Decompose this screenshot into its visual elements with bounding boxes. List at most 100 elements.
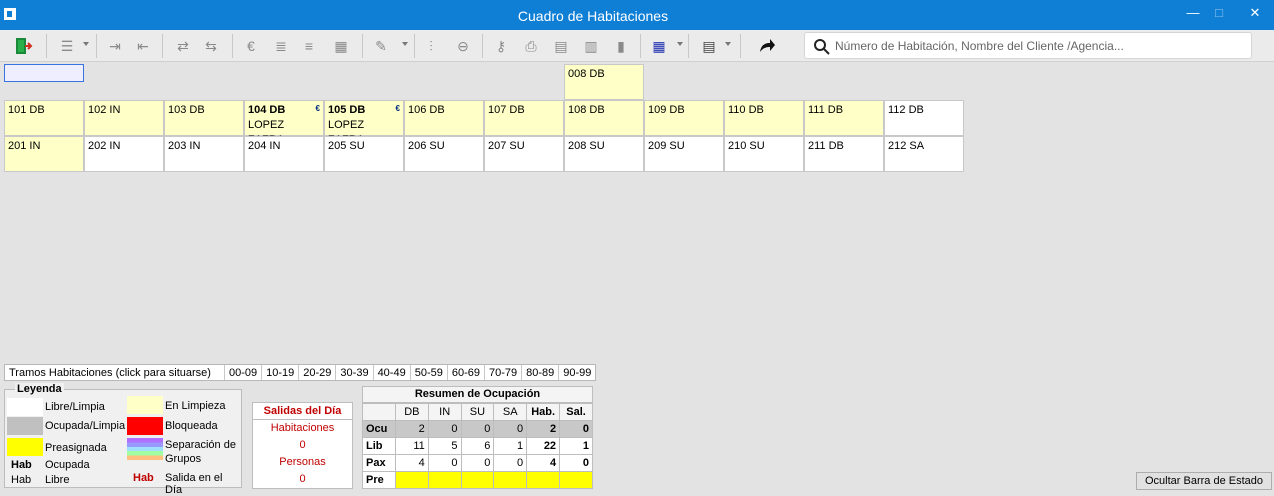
forward-arrow-icon[interactable] <box>756 35 778 57</box>
room-202[interactable]: 202 IN <box>84 136 164 172</box>
room-204[interactable]: 204 IN <box>244 136 324 172</box>
room-205[interactable]: 205 SU <box>324 136 404 172</box>
invoice-icon[interactable]: € <box>240 35 262 57</box>
entries-icon[interactable]: ≡ <box>298 35 320 57</box>
range-50-59[interactable]: 50-59 <box>411 365 448 380</box>
room-208[interactable]: 208 SU <box>564 136 644 172</box>
room-number: 106 DB <box>408 104 445 116</box>
cell <box>460 471 495 489</box>
room-209[interactable]: 209 SU <box>644 136 724 172</box>
room-211[interactable]: 211 DB <box>804 136 884 172</box>
room-112[interactable]: 112 DB <box>884 100 964 136</box>
row-label: Lib <box>362 437 396 455</box>
range-30-39[interactable]: 30-39 <box>336 365 374 380</box>
selection-box[interactable] <box>4 64 84 82</box>
room-212[interactable]: 212 SA <box>884 136 964 172</box>
check-out-icon[interactable]: ⇤ <box>132 35 154 57</box>
range-60-69[interactable]: 60-69 <box>448 365 485 380</box>
block-icon[interactable]: ⊖ <box>452 35 474 57</box>
room-number: 210 SU <box>728 140 765 152</box>
booking-icon[interactable]: ▦ <box>330 35 352 57</box>
range-90-99[interactable]: 90-99 <box>559 365 595 380</box>
cell: 11 <box>394 437 429 455</box>
hide-status-bar-button[interactable]: Ocultar Barra de Estado <box>1136 472 1272 490</box>
swatch-en-limpieza <box>127 396 163 414</box>
grid-view-icon[interactable]: ▦ <box>648 35 670 57</box>
col-header: SU <box>460 403 495 421</box>
swatch-preasignada <box>7 438 43 456</box>
range-20-29[interactable]: 20-29 <box>299 365 337 380</box>
room-107[interactable]: 107 DB <box>484 100 564 136</box>
room-008[interactable]: 008 DB <box>564 64 644 100</box>
layout-icon[interactable]: ▤ <box>698 35 720 57</box>
swap-room-icon[interactable]: ⇆ <box>200 35 222 57</box>
room-106[interactable]: 106 DB <box>404 100 484 136</box>
legend-libre: Libre <box>45 474 70 486</box>
cell: 5 <box>427 437 462 455</box>
check-in-icon[interactable]: ⇥ <box>104 35 126 57</box>
list-icon[interactable]: ☰ <box>56 35 78 57</box>
cell: 2 <box>526 420 561 438</box>
room-201[interactable]: 201 IN <box>4 136 84 172</box>
room-206[interactable]: 206 SU <box>404 136 484 172</box>
range-00-09[interactable]: 00-09 <box>225 365 263 380</box>
entry-icon[interactable]: ≣ <box>270 35 292 57</box>
swatch-separacion-grupos <box>127 438 163 460</box>
room-number: 209 SU <box>648 140 685 152</box>
exit-door-icon[interactable] <box>12 35 34 57</box>
cell: 22 <box>526 437 561 455</box>
room-102[interactable]: 102 IN <box>84 100 164 136</box>
legend-salida: Salida en el Día <box>165 472 223 496</box>
search-input[interactable]: Número de Habitación, Nombre del Cliente… <box>835 39 1124 53</box>
minibar-icon[interactable]: ▤ <box>550 35 572 57</box>
legend-bloqueada: Bloqueada <box>165 420 218 432</box>
room-number: 211 DB <box>808 140 844 152</box>
swatch-libre-limpia <box>7 398 43 416</box>
minimize-button[interactable]: — <box>1182 4 1204 22</box>
room-108[interactable]: 108 DB <box>564 100 644 136</box>
room-109[interactable]: 109 DB <box>644 100 724 136</box>
room-104[interactable]: 104 DBLOPEZ ZAFRA€ <box>244 100 324 146</box>
range-80-89[interactable]: 80-89 <box>522 365 560 380</box>
cell: 0 <box>460 454 495 472</box>
room-number: 109 DB <box>648 104 685 116</box>
range-10-19[interactable]: 10-19 <box>262 365 300 380</box>
stats-icon[interactable]: ⫶ <box>420 35 442 57</box>
legend-hab-red: Hab <box>133 472 154 484</box>
close-button[interactable]: ✕ <box>1244 4 1266 22</box>
room-210[interactable]: 210 SU <box>724 136 804 172</box>
euro-badge: € <box>315 104 320 113</box>
search-box[interactable]: Número de Habitación, Nombre del Cliente… <box>804 32 1252 59</box>
legend-title: Leyenda <box>15 383 64 395</box>
cleaning-icon[interactable]: ✎ <box>370 35 392 57</box>
room-111[interactable]: 111 DB <box>804 100 884 136</box>
room-105[interactable]: 105 DBLOPEZ ZAFRA€ <box>324 100 404 146</box>
print-icon[interactable]: ⎙ <box>520 35 542 57</box>
move-room-icon[interactable]: ⇄ <box>172 35 194 57</box>
room-number: 204 IN <box>248 140 281 152</box>
salidas-panel: Salidas del Día Habitaciones 0 Personas … <box>252 402 353 489</box>
room-203[interactable]: 203 IN <box>164 136 244 172</box>
pings-icon[interactable]: ▥ <box>580 35 602 57</box>
room-207[interactable]: 207 SU <box>484 136 564 172</box>
cell: 0 <box>460 420 495 438</box>
phone-icon[interactable]: ▮ <box>610 35 632 57</box>
room-number: 111 DB <box>808 104 844 116</box>
cell: 0 <box>559 454 593 472</box>
legend-panel: Leyenda Libre/Limpia Ocupada/Limpia Prea… <box>4 383 242 496</box>
room-110[interactable]: 110 DB <box>724 100 804 136</box>
room-101[interactable]: 101 DB <box>4 100 84 136</box>
range-70-79[interactable]: 70-79 <box>485 365 523 380</box>
range-40-49[interactable]: 40-49 <box>374 365 411 380</box>
key-icon[interactable]: ⚷ <box>490 35 512 57</box>
legend-hab-bold: Hab <box>11 459 32 471</box>
legend-hab-normal: Hab <box>11 474 32 486</box>
cell: 1 <box>559 437 593 455</box>
room-number: 107 DB <box>488 104 525 116</box>
room-103[interactable]: 103 DB <box>164 100 244 136</box>
cell: 6 <box>460 437 495 455</box>
cell <box>559 471 593 489</box>
salidas-title: Salidas del Día <box>253 403 352 420</box>
maximize-button[interactable]: □ <box>1208 4 1230 22</box>
row-label: Ocu <box>362 420 396 438</box>
